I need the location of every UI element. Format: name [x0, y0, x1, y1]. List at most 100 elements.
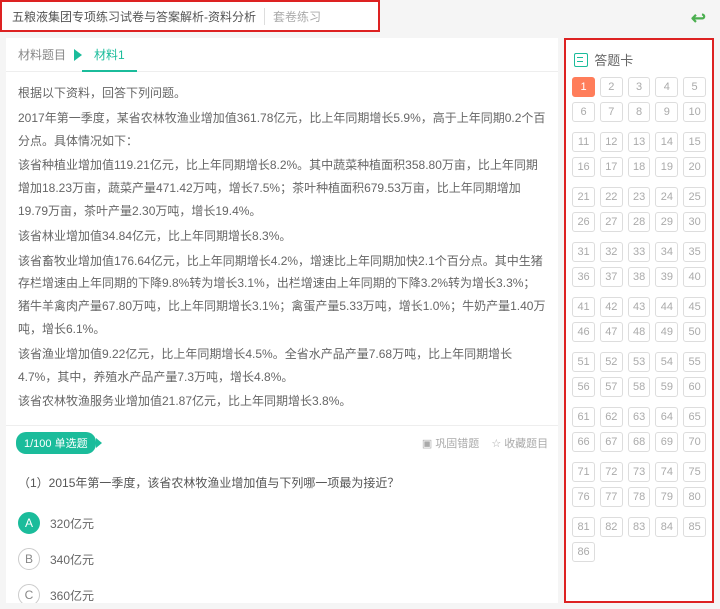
answer-cell-24[interactable]: 24: [655, 187, 678, 207]
favorite-button[interactable]: ☆ 收藏题目: [491, 435, 548, 451]
answer-cell-8[interactable]: 8: [628, 102, 651, 122]
answer-cell-6[interactable]: 6: [572, 102, 595, 122]
answer-cell-1[interactable]: 1: [572, 77, 595, 97]
answer-cell-77[interactable]: 77: [600, 487, 623, 507]
answer-cell-40[interactable]: 40: [683, 267, 706, 287]
answer-cell-10[interactable]: 10: [683, 102, 706, 122]
option-A[interactable]: A320亿元: [18, 505, 546, 541]
answer-cell-81[interactable]: 81: [572, 517, 595, 537]
answer-cell-36[interactable]: 36: [572, 267, 595, 287]
option-letter: B: [18, 548, 40, 570]
answer-cell-74[interactable]: 74: [655, 462, 678, 482]
answer-cell-54[interactable]: 54: [655, 352, 678, 372]
answer-cell-83[interactable]: 83: [628, 517, 651, 537]
answer-cell-86[interactable]: 86: [572, 542, 595, 562]
answer-cell-63[interactable]: 63: [628, 407, 651, 427]
answer-cell-62[interactable]: 62: [600, 407, 623, 427]
passage-line: 该省畜牧业增加值176.64亿元，比上年同期增长4.2%，增速比上年同期加快2.…: [18, 250, 546, 341]
answer-cell-21[interactable]: 21: [572, 187, 595, 207]
answer-cell-28[interactable]: 28: [628, 212, 651, 232]
answer-cell-13[interactable]: 13: [628, 132, 651, 152]
answer-cell-18[interactable]: 18: [628, 157, 651, 177]
answer-cell-14[interactable]: 14: [655, 132, 678, 152]
answer-cell-30[interactable]: 30: [683, 212, 706, 232]
answer-cell-11[interactable]: 11: [572, 132, 595, 152]
answer-cell-55[interactable]: 55: [683, 352, 706, 372]
answer-cell-35[interactable]: 35: [683, 242, 706, 262]
answer-cell-56[interactable]: 56: [572, 377, 595, 397]
answer-cell-84[interactable]: 84: [655, 517, 678, 537]
answer-cell-12[interactable]: 12: [600, 132, 623, 152]
back-icon[interactable]: ↩: [691, 8, 706, 29]
answer-cell-25[interactable]: 25: [683, 187, 706, 207]
answer-cell-33[interactable]: 33: [628, 242, 651, 262]
answer-cell-41[interactable]: 41: [572, 297, 595, 317]
answer-cell-66[interactable]: 66: [572, 432, 595, 452]
answer-cell-67[interactable]: 67: [600, 432, 623, 452]
tab-material-1[interactable]: 材料1: [82, 38, 137, 71]
answer-cell-2[interactable]: 2: [600, 77, 623, 97]
option-C[interactable]: C360亿元: [18, 577, 546, 603]
answer-cell-59[interactable]: 59: [655, 377, 678, 397]
answer-cell-82[interactable]: 82: [600, 517, 623, 537]
answer-cell-69[interactable]: 69: [655, 432, 678, 452]
answer-cell-61[interactable]: 61: [572, 407, 595, 427]
answer-cell-38[interactable]: 38: [628, 267, 651, 287]
answer-cell-26[interactable]: 26: [572, 212, 595, 232]
answer-cell-51[interactable]: 51: [572, 352, 595, 372]
answer-cell-37[interactable]: 37: [600, 267, 623, 287]
answer-cell-72[interactable]: 72: [600, 462, 623, 482]
tab-material[interactable]: 材料题目: [6, 38, 78, 71]
answer-cell-48[interactable]: 48: [628, 322, 651, 342]
question-text: （1）2015年第一季度，该省农林牧渔业增加值与下列哪一项最为接近？: [6, 460, 558, 505]
answer-cell-31[interactable]: 31: [572, 242, 595, 262]
answer-cell-52[interactable]: 52: [600, 352, 623, 372]
answer-cell-4[interactable]: 4: [655, 77, 678, 97]
answer-cell-79[interactable]: 79: [655, 487, 678, 507]
answer-cell-29[interactable]: 29: [655, 212, 678, 232]
answer-cell-20[interactable]: 20: [683, 157, 706, 177]
answer-cell-85[interactable]: 85: [683, 517, 706, 537]
answer-cell-65[interactable]: 65: [683, 407, 706, 427]
consolidate-button[interactable]: ▣ 巩固错题: [422, 435, 479, 451]
answer-cell-45[interactable]: 45: [683, 297, 706, 317]
answer-cell-16[interactable]: 16: [572, 157, 595, 177]
answer-cell-44[interactable]: 44: [655, 297, 678, 317]
answer-cell-27[interactable]: 27: [600, 212, 623, 232]
answer-cell-68[interactable]: 68: [628, 432, 651, 452]
answer-cell-70[interactable]: 70: [683, 432, 706, 452]
answer-cell-23[interactable]: 23: [628, 187, 651, 207]
option-letter: A: [18, 512, 40, 534]
answer-cell-43[interactable]: 43: [628, 297, 651, 317]
answer-cell-47[interactable]: 47: [600, 322, 623, 342]
passage-line: 该省林业增加值34.84亿元，比上年同期增长8.3%。: [18, 225, 546, 248]
answer-cell-5[interactable]: 5: [683, 77, 706, 97]
answer-cell-42[interactable]: 42: [600, 297, 623, 317]
answer-cell-60[interactable]: 60: [683, 377, 706, 397]
answer-cell-39[interactable]: 39: [655, 267, 678, 287]
option-B[interactable]: B340亿元: [18, 541, 546, 577]
answer-cell-76[interactable]: 76: [572, 487, 595, 507]
answer-cell-7[interactable]: 7: [600, 102, 623, 122]
answer-cell-15[interactable]: 15: [683, 132, 706, 152]
answer-cell-75[interactable]: 75: [683, 462, 706, 482]
answer-cell-57[interactable]: 57: [600, 377, 623, 397]
answer-cell-50[interactable]: 50: [683, 322, 706, 342]
answer-cell-53[interactable]: 53: [628, 352, 651, 372]
answer-cell-71[interactable]: 71: [572, 462, 595, 482]
answer-cell-73[interactable]: 73: [628, 462, 651, 482]
answer-cell-49[interactable]: 49: [655, 322, 678, 342]
answer-cell-19[interactable]: 19: [655, 157, 678, 177]
answer-cell-22[interactable]: 22: [600, 187, 623, 207]
answer-cell-3[interactable]: 3: [628, 77, 651, 97]
answer-cell-58[interactable]: 58: [628, 377, 651, 397]
answer-cell-17[interactable]: 17: [600, 157, 623, 177]
answer-cell-9[interactable]: 9: [655, 102, 678, 122]
answer-cell-34[interactable]: 34: [655, 242, 678, 262]
answer-card-title: 答题卡: [572, 46, 706, 77]
answer-cell-64[interactable]: 64: [655, 407, 678, 427]
answer-cell-80[interactable]: 80: [683, 487, 706, 507]
answer-cell-78[interactable]: 78: [628, 487, 651, 507]
answer-cell-32[interactable]: 32: [600, 242, 623, 262]
answer-cell-46[interactable]: 46: [572, 322, 595, 342]
